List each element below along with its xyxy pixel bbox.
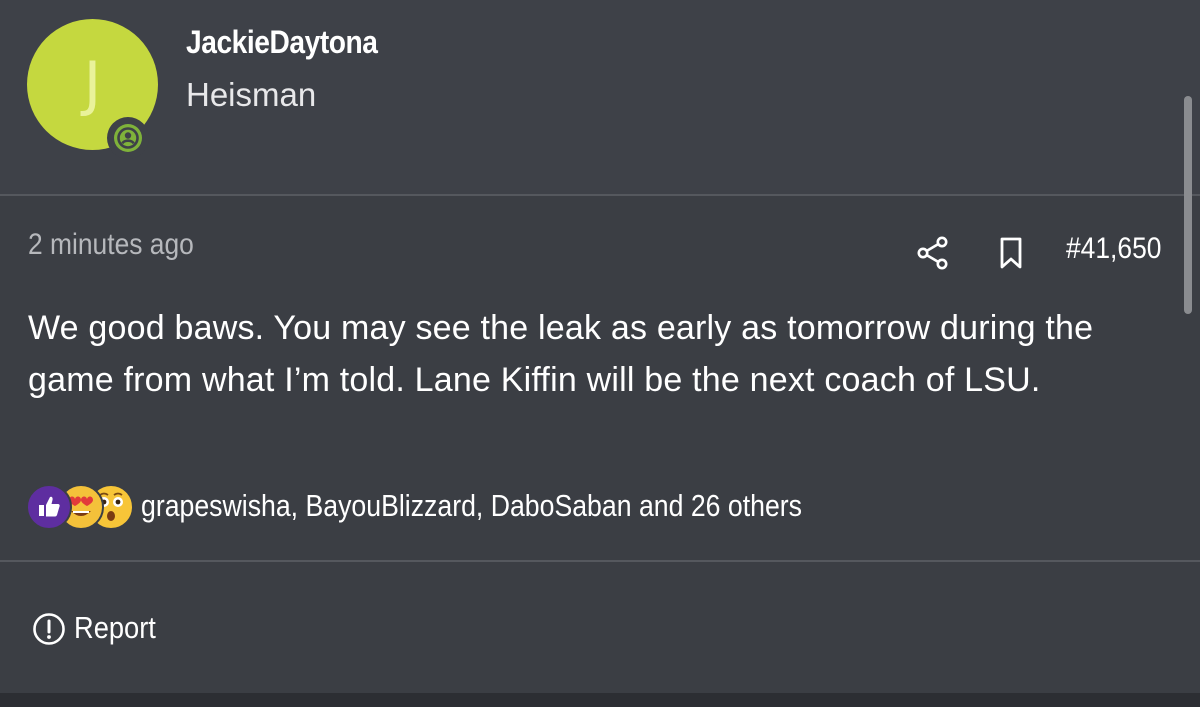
reaction-icons[interactable] [26, 484, 136, 530]
scrollbar[interactable] [1184, 96, 1192, 314]
post-number-link[interactable]: #41,650 [1066, 232, 1161, 266]
divider [0, 560, 1200, 562]
username[interactable]: JackieDaytona [186, 24, 378, 61]
bottom-edge [0, 693, 1200, 707]
report-label: Report [74, 610, 156, 645]
reaction-summary-link[interactable]: grapeswisha, BayouBlizzard, DaboSaban an… [141, 488, 802, 524]
alert-circle-icon [33, 613, 65, 645]
post-body: We good baws. You may see the leak as ea… [28, 309, 1094, 399]
divider [0, 194, 1200, 196]
user-rank: Heisman [186, 76, 317, 113]
bookmark-icon[interactable] [994, 234, 1028, 272]
post-timestamp[interactable]: 2 minutes ago [28, 228, 194, 262]
user-header: J JackieDaytona Heisman [0, 0, 1200, 195]
online-status-icon [107, 117, 149, 159]
share-icon[interactable] [914, 234, 952, 272]
like-reaction-icon [26, 484, 72, 530]
post-card: J JackieDaytona Heisman 2 minutes ago #4… [0, 0, 1200, 707]
